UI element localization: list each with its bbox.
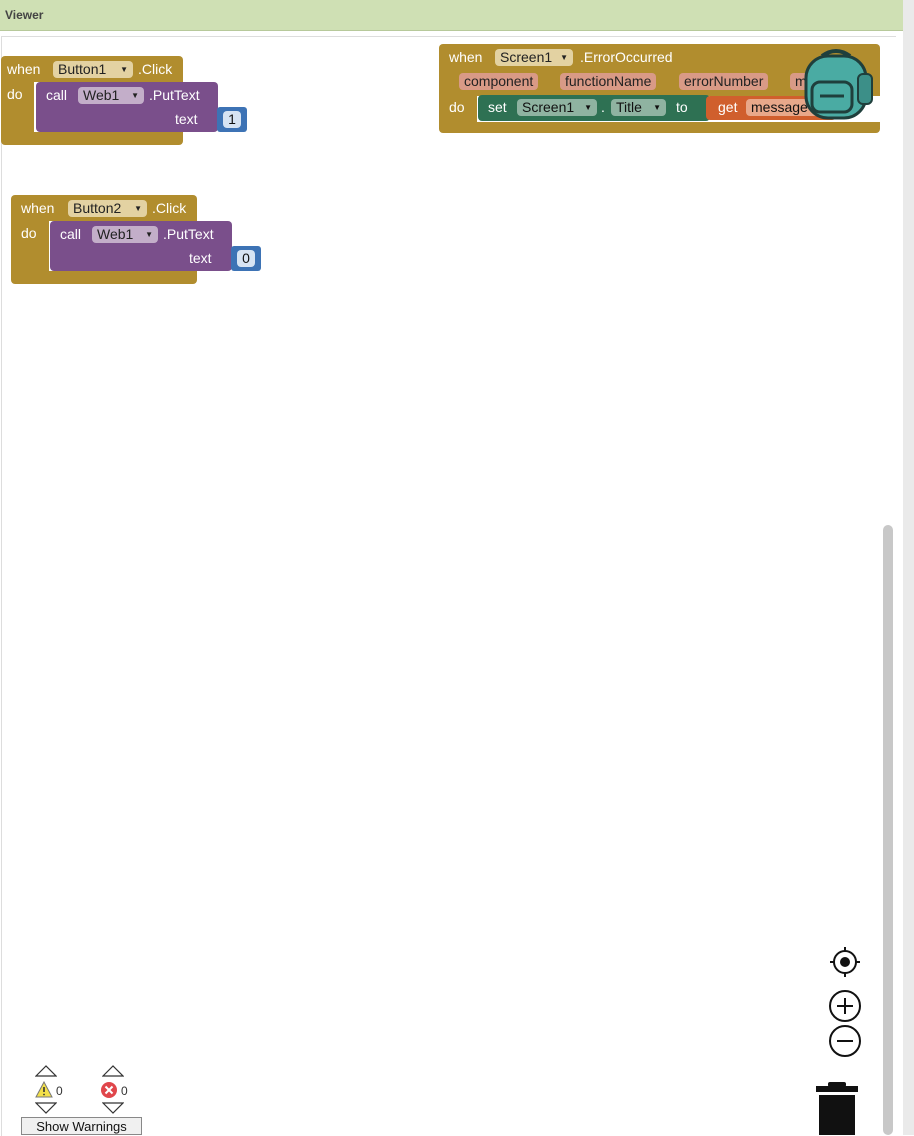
workspace-scrollbar[interactable]	[883, 525, 893, 1135]
component-dropdown-label: Button2	[73, 200, 122, 216]
component-dropdown[interactable]: Button2 ▼	[68, 200, 147, 217]
number-field[interactable]: 0	[237, 250, 255, 267]
dropdown-arrow-icon: ▼	[120, 65, 128, 74]
target-dropdown-label: Web1	[97, 226, 134, 242]
set-component-label: Screen1	[522, 99, 575, 115]
dropdown-arrow-icon: ▼	[131, 91, 139, 100]
event-label: .ErrorOccurred	[580, 49, 673, 65]
do-label: do	[21, 225, 37, 241]
viewer-title: Viewer	[5, 8, 44, 22]
trash-icon[interactable]	[815, 1082, 859, 1135]
do-label: do	[449, 99, 465, 115]
backpack-icon[interactable]	[800, 48, 876, 122]
property-dropdown[interactable]: Title ▼	[611, 99, 666, 116]
call-label: call	[60, 226, 82, 242]
when-label: when	[7, 61, 41, 77]
arg-label: text	[175, 111, 198, 127]
method-block-web1-puttext[interactable]: call Web1 ▼ .PutText text	[50, 221, 232, 271]
method-label: .PutText	[163, 226, 214, 242]
property-label: Title	[616, 99, 642, 115]
to-label: to	[676, 99, 688, 115]
when-label: when	[449, 49, 483, 65]
zoom-in-icon[interactable]	[828, 989, 862, 1023]
param-functionname[interactable]: functionName	[560, 73, 657, 90]
viewer-title-bar: Viewer	[0, 0, 903, 31]
page-scrollbar[interactable]	[903, 0, 914, 1135]
event-label: .Click	[138, 61, 173, 77]
get-label: get	[718, 99, 738, 115]
dropdown-arrow-icon: ▼	[560, 53, 568, 62]
error-prev-icon[interactable]	[102, 1065, 124, 1077]
method-label: .PutText	[149, 87, 200, 103]
target-dropdown[interactable]: Web1 ▼	[78, 87, 144, 104]
dropdown-arrow-icon: ▼	[134, 204, 142, 213]
zoom-out-icon[interactable]	[828, 1024, 862, 1058]
warning-icon	[35, 1081, 53, 1098]
number-block[interactable]: 1	[217, 107, 247, 132]
error-next-icon[interactable]	[102, 1102, 124, 1114]
set-component-dropdown[interactable]: Screen1 ▼	[517, 99, 597, 116]
error-icon	[101, 1082, 117, 1098]
number-block[interactable]: 0	[231, 246, 261, 271]
method-block-web1-puttext[interactable]: call Web1 ▼ .PutText text	[36, 82, 218, 132]
number-field[interactable]: 1	[223, 111, 241, 128]
arg-label: text	[189, 250, 212, 266]
show-warnings-button[interactable]: Show Warnings	[21, 1117, 142, 1135]
component-dropdown-label: Button1	[58, 61, 107, 77]
do-label: do	[7, 86, 23, 102]
event-label: .Click	[152, 200, 187, 216]
when-label: when	[21, 200, 55, 216]
dropdown-arrow-icon: ▼	[145, 230, 153, 239]
dot-label: .	[601, 99, 605, 115]
call-label: call	[46, 87, 68, 103]
param-errornumber[interactable]: errorNumber	[679, 73, 769, 90]
set-label: set	[488, 99, 507, 115]
dropdown-arrow-icon: ▼	[653, 103, 661, 112]
warning-count: 0	[56, 1084, 63, 1098]
warning-prev-icon[interactable]	[35, 1065, 57, 1077]
param-component[interactable]: component	[459, 73, 539, 90]
set-property-block[interactable]: set Screen1 ▼ . Title ▼ to	[478, 95, 710, 121]
component-dropdown-label: Screen1	[500, 49, 553, 65]
dropdown-arrow-icon: ▼	[584, 103, 592, 112]
component-dropdown[interactable]: Screen1 ▼	[495, 49, 573, 66]
target-dropdown[interactable]: Web1 ▼	[92, 226, 158, 243]
error-count: 0	[121, 1084, 128, 1098]
component-dropdown[interactable]: Button1 ▼	[53, 61, 133, 78]
warning-next-icon[interactable]	[35, 1102, 57, 1114]
recenter-icon[interactable]	[829, 946, 861, 978]
target-dropdown-label: Web1	[83, 87, 120, 103]
